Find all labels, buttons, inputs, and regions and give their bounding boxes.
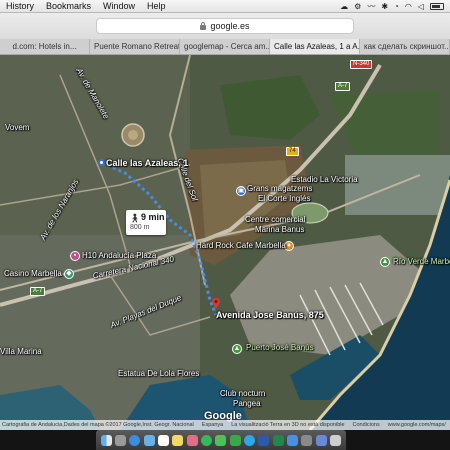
address-text: google.es	[210, 21, 250, 31]
hotel-icon[interactable]: ▪	[70, 251, 80, 261]
label-puerto-jose-banus[interactable]: Puerto José Banús	[246, 343, 314, 352]
destination-pin[interactable]	[211, 296, 221, 309]
tab-bar: d.com: Hotels in... Puente Romano Retrea…	[0, 39, 450, 55]
label-casino-marbella[interactable]: Casino Marbella	[4, 269, 62, 278]
label-calle-las-azaleas[interactable]: Calle las Azaleas, 1	[106, 158, 188, 168]
trash-icon[interactable]	[330, 434, 342, 446]
label-hard-rock-cafe[interactable]: Hard Rock Cafe Marbella	[196, 241, 286, 250]
route-info-card[interactable]: 🚶︎ 9 min 800 m	[126, 210, 166, 235]
finder-icon[interactable]	[100, 434, 112, 446]
origin-pin[interactable]	[98, 159, 105, 166]
speaker-icon[interactable]: ◁	[418, 0, 424, 13]
address-bar[interactable]: google.es	[96, 18, 354, 34]
facetime-icon[interactable]	[229, 434, 241, 446]
mail-icon[interactable]	[143, 434, 155, 446]
label-centre-comercial[interactable]: Centre comercial	[245, 215, 305, 224]
label-grans-magatzems[interactable]: Grans magatzems	[247, 184, 312, 193]
label-el-corte-ingles[interactable]: El Corte Inglés	[258, 194, 310, 203]
bluetooth-icon[interactable]: ✱	[381, 0, 388, 13]
river-icon[interactable]: ▲	[380, 257, 390, 267]
route-distance: 800 m	[130, 224, 150, 231]
road-shield-n340: N-340	[350, 60, 373, 69]
photos-icon[interactable]	[186, 434, 198, 446]
dock-shelf	[96, 430, 346, 450]
walking-person-icon: 🚶︎	[129, 213, 141, 223]
label-andalucia-plaza[interactable]: H10 Andalucía Plaza	[82, 251, 156, 260]
status-area: ☁ ⚙ 〰 ✱ ◔ ◠ ◁	[340, 0, 450, 13]
word-icon[interactable]	[258, 434, 270, 446]
dock	[0, 430, 450, 450]
excel-icon[interactable]	[272, 434, 284, 446]
tab-puente-romano[interactable]: Puente Romano Retreat...	[90, 39, 180, 54]
menu-history[interactable]: History	[0, 0, 40, 13]
road-shield-a7-top: A-7	[335, 82, 351, 91]
attribution-country[interactable]: Espanya	[202, 420, 223, 430]
gear-icon[interactable]: ⚙	[354, 0, 361, 13]
downloads-icon[interactable]	[315, 434, 327, 446]
label-villa-marina[interactable]: Villa Marina	[0, 347, 42, 356]
satellite-map[interactable]: N-340 A-7 74 A-7 Vovem Av. de los Naranj…	[0, 55, 450, 430]
wifi-icon[interactable]: ◠	[405, 0, 412, 13]
menu-bookmarks[interactable]: Bookmarks	[40, 0, 97, 13]
label-avenida-jose-banus[interactable]: Avenida Jose Banús, 875	[216, 310, 324, 320]
park-icon[interactable]: ▲	[232, 344, 242, 354]
attribution-3d: La visualització Terra en 3D no està dis…	[231, 422, 345, 428]
calendar-icon[interactable]	[158, 434, 170, 446]
map-attribution: Cartografia de Andalucia,Dades del mapa …	[0, 420, 450, 430]
launchpad-icon[interactable]	[115, 434, 127, 446]
menu-bar: History Bookmarks Window Help ☁ ⚙ 〰 ✱ ◔ …	[0, 0, 450, 13]
casino-icon[interactable]: ◆	[64, 269, 74, 279]
tab-screenshot[interactable]: как сделать скриншот...	[360, 39, 450, 54]
wave-icon[interactable]: 〰	[367, 0, 375, 13]
app-store-icon[interactable]	[287, 434, 299, 446]
safari-icon[interactable]	[129, 434, 141, 446]
label-estatua-lola-flores[interactable]: Estatua De Lola Flores	[118, 369, 199, 378]
cloud-icon[interactable]: ☁	[340, 0, 348, 13]
notes-icon[interactable]	[172, 434, 184, 446]
preferences-icon[interactable]	[301, 434, 313, 446]
menu-window[interactable]: Window	[97, 0, 141, 13]
menu-help[interactable]: Help	[141, 0, 172, 13]
label-pangea[interactable]: Pangea	[233, 399, 261, 408]
messages-icon[interactable]	[215, 434, 227, 446]
label-club-nocturn[interactable]: Club nocturn	[220, 389, 265, 398]
clock-icon[interactable]: ◔	[394, 0, 399, 13]
label-vovem[interactable]: Vovem	[5, 123, 29, 132]
attribution-terms[interactable]: Condicions	[353, 420, 380, 430]
tab-hotels[interactable]: d.com: Hotels in...	[0, 39, 90, 54]
lock-icon	[200, 21, 207, 30]
browser-toolbar: google.es	[0, 13, 450, 39]
label-marina-banus[interactable]: Marina Banus	[255, 225, 304, 234]
road-shield-74: 74	[286, 147, 299, 156]
attribution-data[interactable]: Cartografia de Andalucia,Dades del mapa …	[2, 420, 194, 430]
battery-icon[interactable]	[430, 2, 444, 10]
route-duration: 9 min	[141, 212, 165, 222]
tab-googlemap[interactable]: googlemap - Cerca am...	[180, 39, 270, 54]
spotify-icon[interactable]	[201, 434, 213, 446]
road-shield-a7-left: A-7	[30, 287, 46, 296]
skype-icon[interactable]	[244, 434, 256, 446]
shopping-icon[interactable]: ▣	[236, 186, 246, 196]
label-rio-verde[interactable]: Río Verde Marbella	[393, 257, 450, 266]
attribution-url[interactable]: www.google.com/maps/	[388, 420, 446, 430]
tab-calle-las-azaleas[interactable]: Calle las Azaleas, 1 a A...	[270, 39, 360, 54]
label-estadio-la-victoria[interactable]: Estadio La Victoria	[291, 175, 358, 184]
